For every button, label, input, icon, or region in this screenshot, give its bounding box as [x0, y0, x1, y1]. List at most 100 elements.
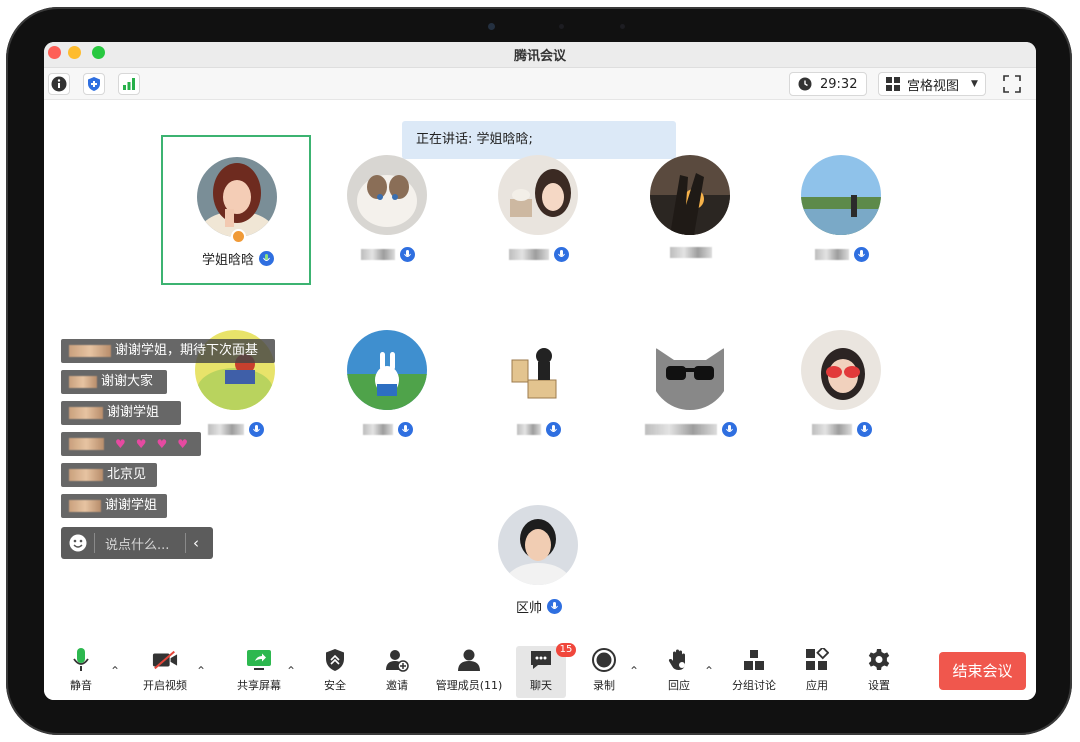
mic-icon	[554, 247, 569, 262]
record-icon	[592, 648, 616, 672]
chevron-up-icon[interactable]: ⌃	[286, 664, 296, 678]
chat-sender-blurred	[69, 438, 104, 450]
chevron-up-icon[interactable]: ⌃	[196, 664, 206, 678]
network-status-button[interactable]	[118, 73, 140, 95]
chat-message-text: 谢谢大家	[101, 374, 154, 389]
mic-icon	[854, 247, 869, 262]
members-label: 管理成员(11)	[435, 679, 503, 692]
participant-name: 学姐晗晗	[201, 253, 254, 268]
chat-message-text: 谢谢学姐	[107, 405, 160, 420]
participant-name-blurred	[812, 424, 852, 435]
apps-icon	[806, 648, 829, 670]
avatar	[197, 157, 277, 237]
participant-tile[interactable]: 学姐晗晗	[161, 135, 311, 285]
chat-sender-blurred	[69, 407, 103, 419]
participant-name-blurred	[517, 424, 541, 435]
mic-icon	[249, 422, 264, 437]
apps-label: 应用	[806, 679, 828, 692]
settings-label: 设置	[868, 679, 890, 692]
participant-name-row	[616, 422, 766, 437]
chat-message: 谢谢大家	[61, 370, 167, 394]
participant-tile[interactable]	[767, 310, 917, 460]
share-label: 共享屏幕	[237, 679, 281, 692]
participant-name-blurred	[645, 424, 717, 435]
participant-name-row: 区帅	[464, 597, 614, 616]
raise-hand-icon	[668, 649, 685, 670]
participant-name: 区帅	[515, 601, 542, 616]
add-user-icon	[386, 650, 409, 672]
manage-members-button[interactable]: 管理成员(11)	[434, 646, 504, 698]
chevron-left-icon[interactable]: ‹	[193, 533, 207, 553]
security-shield-icon	[88, 77, 100, 91]
signal-icon	[123, 78, 135, 90]
heart-emoji-icon: ♥	[114, 437, 126, 451]
security-label: 安全	[324, 679, 346, 692]
end-meeting-button[interactable]: 结束会议	[939, 652, 1026, 690]
react-button[interactable]: 回应	[664, 646, 694, 698]
chat-input-bar[interactable]: 说点什么... ‹	[61, 527, 213, 559]
avatar	[801, 330, 881, 410]
participant-tile[interactable]	[313, 135, 463, 285]
chat-sender-blurred	[69, 376, 97, 388]
participant-name-row: 学姐晗晗	[163, 249, 313, 268]
divider	[94, 533, 95, 553]
mic-icon	[400, 247, 415, 262]
chat-icon	[531, 651, 551, 669]
chat-sender-blurred	[69, 500, 101, 512]
gear-icon	[868, 649, 890, 670]
fullscreen-button[interactable]	[1002, 74, 1022, 94]
share-screen-button[interactable]: 共享屏幕	[234, 646, 284, 698]
record-button[interactable]: 录制	[589, 646, 619, 698]
shield-icon	[326, 649, 344, 671]
apps-button[interactable]: 应用	[802, 646, 832, 698]
participant-tile[interactable]	[616, 310, 766, 460]
participant-name-blurred	[509, 249, 549, 260]
clock-icon	[798, 77, 812, 91]
participant-name-row	[767, 422, 917, 437]
window-title: 腾讯会议	[513, 49, 566, 64]
settings-button[interactable]: 设置	[864, 646, 894, 698]
chevron-up-icon[interactable]: ⌃	[629, 664, 639, 678]
participant-tile[interactable]	[464, 310, 614, 460]
participant-tile[interactable]	[767, 135, 917, 285]
avatar	[650, 330, 730, 410]
info-button[interactable]	[48, 73, 70, 95]
participant-tile[interactable]	[313, 310, 463, 460]
participant-name-row	[313, 247, 463, 262]
participant-name-row	[464, 422, 614, 437]
security-button[interactable]: 安全	[320, 646, 350, 698]
members-icon	[458, 649, 480, 671]
invite-button[interactable]: 邀请	[382, 646, 412, 698]
avatar	[347, 330, 427, 410]
participant-tile[interactable]	[464, 135, 614, 285]
chat-sender-blurred	[69, 469, 103, 481]
video-label: 开启视频	[143, 679, 187, 692]
chat-button[interactable]: 15 聊天	[516, 643, 576, 698]
chat-input-placeholder[interactable]: 说点什么...	[105, 534, 169, 553]
avatar	[498, 330, 578, 410]
avatar	[650, 155, 730, 235]
participant-tile[interactable]: 区帅	[464, 485, 614, 635]
chevron-up-icon[interactable]: ⌃	[704, 664, 714, 678]
participant-tile[interactable]	[616, 135, 766, 285]
mic-icon	[259, 251, 274, 266]
chat-unread-badge: 15	[556, 643, 576, 657]
mute-button[interactable]: 静音	[66, 646, 96, 698]
grid-icon	[886, 77, 900, 91]
security-status-button[interactable]	[83, 73, 105, 95]
participant-name-row	[313, 422, 463, 437]
start-video-button[interactable]: 开启视频	[140, 646, 190, 698]
breakout-rooms-button[interactable]: 分组讨论	[730, 646, 778, 698]
emoji-icon[interactable]	[69, 534, 87, 552]
avatar	[498, 505, 578, 585]
chat-message: 谢谢学姐	[61, 494, 167, 518]
share-screen-icon	[247, 650, 271, 670]
chevron-up-icon[interactable]: ⌃	[110, 664, 120, 678]
video-off-icon	[152, 650, 178, 670]
microphone-icon	[73, 648, 89, 671]
participant-name-row	[616, 247, 766, 258]
participant-name-blurred	[363, 424, 393, 435]
view-mode-label: 宫格视图	[907, 78, 960, 94]
view-mode-dropdown[interactable]: 宫格视图 ▼	[878, 72, 986, 96]
timer-text: 29:32	[820, 76, 858, 92]
